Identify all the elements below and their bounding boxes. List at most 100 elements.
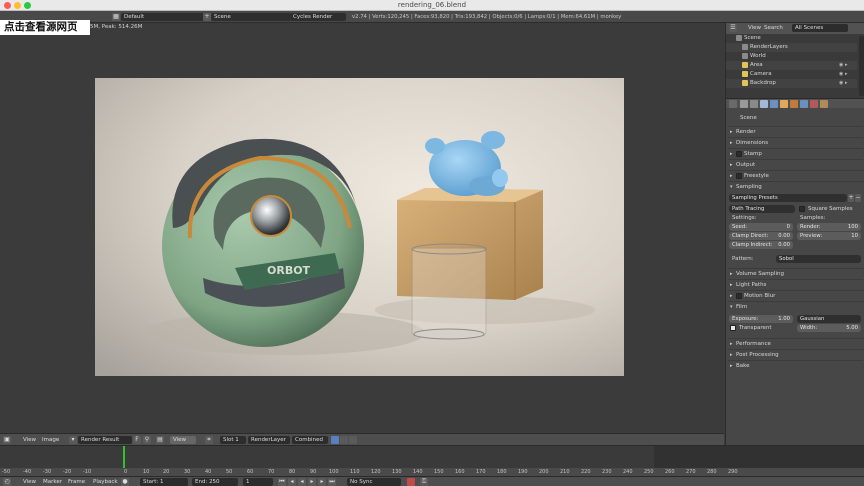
outliner-item-scene[interactable]: Scene <box>726 34 857 43</box>
view2-menu[interactable]: View <box>170 436 196 444</box>
panel-light-paths[interactable]: ▸ Light Paths <box>728 279 863 289</box>
outliner-search-menu[interactable]: Search <box>764 24 783 32</box>
sampling-presets-select[interactable]: Sampling Presets <box>729 194 847 202</box>
image-editor[interactable]: 5M, Peak: 514.26M ORBOT <box>0 23 724 433</box>
sync-mode-select[interactable]: No Sync <box>347 478 401 486</box>
visibility-icon[interactable]: ◉ ▸ <box>839 81 855 86</box>
pin-icon[interactable]: ⚲ <box>143 436 151 444</box>
keying-set-icon[interactable]: ⚿ <box>420 478 428 486</box>
timeline-playback-menu[interactable]: Playback <box>90 478 118 486</box>
image-editor-type-icon[interactable]: ▣ <box>3 436 11 444</box>
image-menu[interactable]: Image <box>39 436 61 444</box>
panel-post-processing[interactable]: ▸ Post Processing <box>728 349 863 359</box>
panel-stamp[interactable]: ▸ Stamp <box>728 148 863 158</box>
timeline-marker-menu[interactable]: Marker <box>40 478 62 486</box>
transparent-checkbox[interactable] <box>730 325 736 331</box>
panel-output[interactable]: ▸ Output <box>728 159 863 169</box>
outliner-item-world[interactable]: World <box>726 52 857 61</box>
panel-render[interactable]: ▸ Render <box>728 126 863 136</box>
data-tab-icon[interactable] <box>810 100 818 108</box>
panel-motion-blur[interactable]: ▸ Motion Blur <box>728 290 863 300</box>
remove-preset-icon[interactable]: − <box>855 194 861 202</box>
end-frame-field[interactable]: End: 250 <box>192 478 238 486</box>
properties-editor-icon[interactable] <box>729 100 737 108</box>
render-pass-select[interactable]: Combined <box>292 436 328 444</box>
display-color-icon[interactable] <box>331 436 339 444</box>
start-frame-field[interactable]: Start: 1 <box>140 478 188 486</box>
next-key-icon[interactable]: ▸ <box>318 478 326 486</box>
clamp-direct-field[interactable]: Clamp Direct: 0.00 <box>729 232 793 240</box>
exposure-field[interactable]: Exposure: 1.00 <box>729 315 793 323</box>
outliner-editor-icon[interactable]: ☰ <box>729 24 737 32</box>
panel-freestyle[interactable]: ▸ Freestyle <box>728 170 863 180</box>
render-samples-field[interactable]: Render: 100 <box>797 223 861 231</box>
outliner-filter-select[interactable]: All Scenes <box>792 24 848 32</box>
fake-user-icon[interactable]: F <box>133 436 141 444</box>
current-frame-field[interactable]: 1 <box>243 478 273 486</box>
object-tab-icon[interactable] <box>780 100 788 108</box>
play-icon[interactable]: ▸ <box>308 478 316 486</box>
motion-blur-checkbox[interactable] <box>736 293 742 299</box>
image-browse-icon[interactable]: ▾ <box>69 436 77 444</box>
view-source-overlay[interactable]: 点击查看源网页 <box>0 20 90 35</box>
scene-tab-icon[interactable] <box>760 100 768 108</box>
screen-layout-icon[interactable]: ▦ <box>112 13 120 21</box>
auto-keyframe-icon[interactable] <box>407 478 415 486</box>
visibility-icon[interactable]: ◉ ▸ <box>839 72 855 77</box>
slot-select[interactable]: Slot 1 <box>220 436 246 444</box>
slot-icon[interactable]: ⌗ <box>205 436 213 444</box>
render-tab-icon[interactable] <box>740 100 748 108</box>
constraints-tab-icon[interactable] <box>790 100 798 108</box>
view-menu-icon[interactable]: ▤ <box>156 436 164 444</box>
jump-end-icon[interactable]: ⏭ <box>328 478 336 486</box>
timeline-frame-menu[interactable]: Frame <box>65 478 85 486</box>
scene-select[interactable]: Scene <box>211 13 291 21</box>
panel-sampling[interactable]: ▾ Sampling <box>728 181 863 191</box>
panel-dimensions[interactable]: ▸ Dimensions <box>728 137 863 147</box>
image-view-menu[interactable]: View <box>20 436 36 444</box>
prev-key-icon[interactable]: ◂ <box>288 478 296 486</box>
panel-volume-sampling[interactable]: ▸ Volume Sampling <box>728 268 863 278</box>
render-layers-tab-icon[interactable] <box>750 100 758 108</box>
panel-film[interactable]: ▾ Film <box>728 301 863 311</box>
timeline-ruler[interactable]: -50 -40 -30 -20 -10 0 10 20 30 40 50 60 … <box>0 468 864 476</box>
material-tab-icon[interactable] <box>820 100 828 108</box>
image-name-field[interactable]: Render Result <box>78 436 132 444</box>
screen-add-icon[interactable]: + <box>203 13 211 21</box>
screen-layout-select[interactable]: Default <box>121 13 207 21</box>
render-result-image[interactable]: ORBOT <box>95 78 624 376</box>
seed-field[interactable]: Seed: 0 <box>729 223 793 231</box>
jump-start-icon[interactable]: ⏮ <box>278 478 286 486</box>
add-preset-icon[interactable]: + <box>848 194 854 202</box>
outliner-view-menu[interactable]: View <box>748 24 761 32</box>
world-tab-icon[interactable] <box>770 100 778 108</box>
play-reverse-icon[interactable]: ◂ <box>298 478 306 486</box>
filter-width-field[interactable]: Width: 5.00 <box>797 324 861 332</box>
timeline-editor-icon[interactable]: ◴ <box>3 478 11 486</box>
freestyle-checkbox[interactable] <box>736 173 742 179</box>
render-layer-select[interactable]: RenderLayer <box>248 436 290 444</box>
stamp-checkbox[interactable] <box>736 151 742 157</box>
panel-performance[interactable]: ▸ Performance <box>728 338 863 348</box>
timeline-view-menu[interactable]: View <box>20 478 36 486</box>
panel-bake[interactable]: ▸ Bake <box>728 360 863 370</box>
record-icon[interactable]: ● <box>121 478 129 486</box>
outliner-item-camera[interactable]: Camera ◉ ▸ <box>726 70 857 79</box>
integrator-select[interactable]: Path Tracing <box>729 205 795 213</box>
pattern-select[interactable]: Sobol <box>776 255 861 263</box>
display-z-icon[interactable] <box>349 436 357 444</box>
display-alpha-icon[interactable] <box>340 436 348 444</box>
timeline-playhead[interactable] <box>123 446 125 469</box>
preview-samples-field[interactable]: Preview: 10 <box>797 232 861 240</box>
modifiers-tab-icon[interactable] <box>800 100 808 108</box>
render-engine-select[interactable]: Cycles Render <box>290 13 346 21</box>
outliner-scrollbar[interactable] <box>859 36 864 96</box>
clamp-indirect-field[interactable]: Clamp Indirect: 0.00 <box>729 241 793 249</box>
visibility-icon[interactable]: ◉ ▸ <box>839 63 855 68</box>
pixel-filter-select[interactable]: Gaussian <box>797 315 861 323</box>
outliner-item-area[interactable]: Area ◉ ▸ <box>726 61 857 70</box>
square-samples-checkbox[interactable] <box>799 206 805 212</box>
outliner-item-renderlayers[interactable]: RenderLayers <box>726 43 857 52</box>
outliner-item-backdrop[interactable]: Backdrop ◉ ▸ <box>726 79 857 88</box>
timeline[interactable] <box>0 445 864 469</box>
